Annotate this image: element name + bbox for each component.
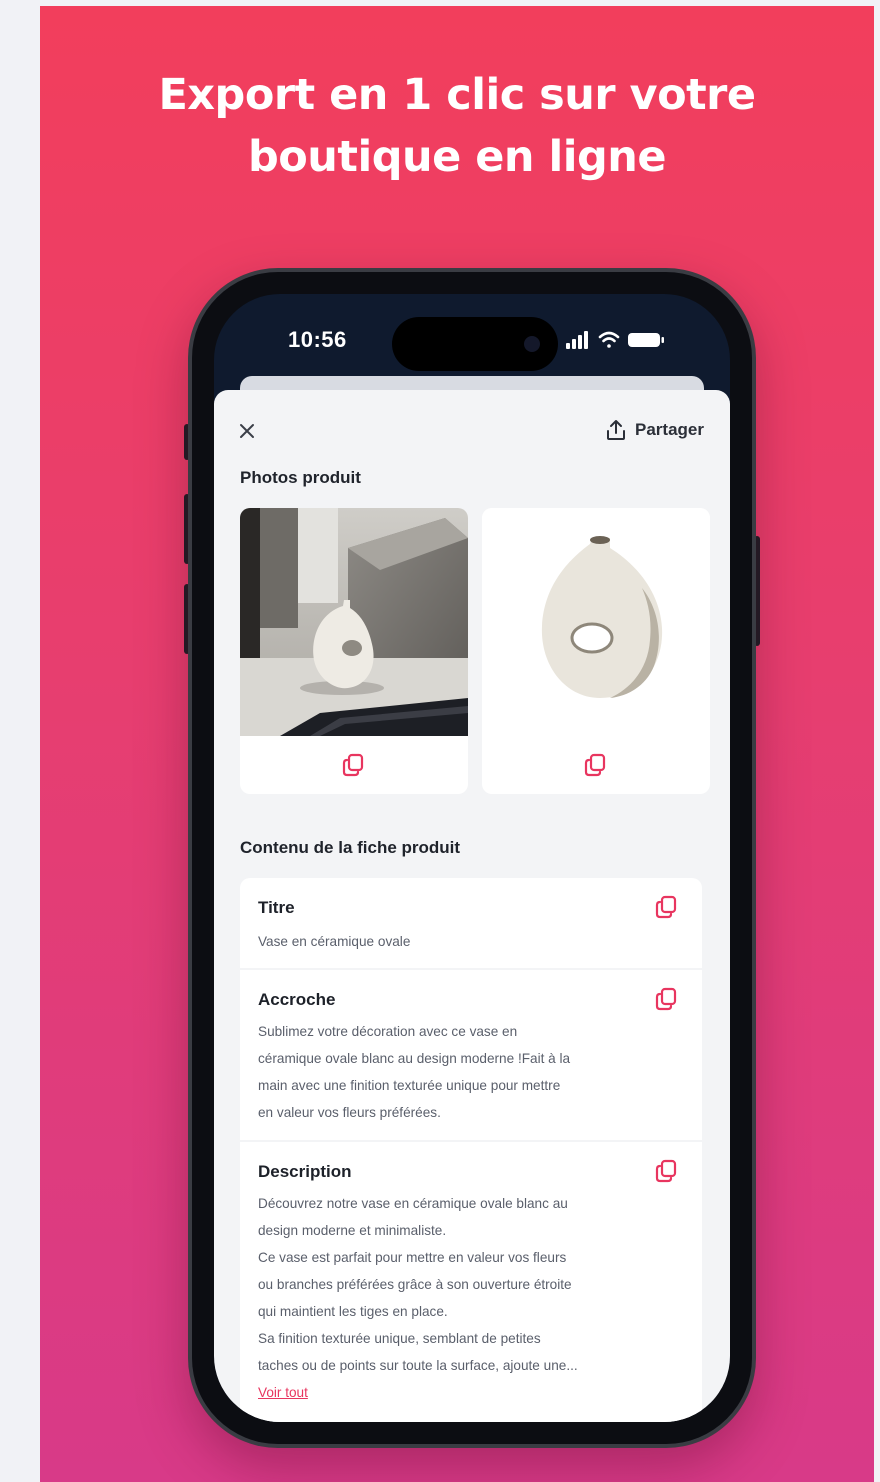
product-photo-cutout <box>482 508 710 736</box>
field-description-value: Découvrez notre vase en céramique ovale … <box>258 1190 640 1406</box>
field-title-label: Titre <box>258 898 295 917</box>
copy-description-icon[interactable] <box>654 1158 680 1184</box>
copy-title-icon[interactable] <box>654 894 680 920</box>
field-title-card: Titre Vase en céramique ovale <box>240 878 702 968</box>
front-camera <box>524 336 540 352</box>
see-all-link[interactable]: Voir tout <box>258 1379 308 1406</box>
content-section-title: Contenu de la fiche produit <box>240 838 461 857</box>
copy-photo-2-icon[interactable] <box>583 752 609 778</box>
status-time: 10:56 <box>288 327 347 352</box>
field-description-label: Description <box>258 1162 352 1181</box>
description-line: design moderne et minimaliste. <box>258 1223 447 1238</box>
description-line: taches ou de points sur toute la surface… <box>258 1358 578 1373</box>
product-photo-card-1[interactable] <box>240 508 468 794</box>
description-line: qui maintient les tiges en place. <box>258 1304 448 1319</box>
wifi-icon <box>598 331 620 348</box>
hook-line: en valeur vos fleurs préférées. <box>258 1105 441 1120</box>
dynamic-island <box>392 317 558 371</box>
share-button[interactable]: Partager <box>605 414 704 446</box>
product-photo-card-2[interactable] <box>482 508 710 794</box>
copy-photo-1-icon[interactable] <box>341 752 367 778</box>
field-description-card: Description Découvrez notre vase en céra… <box>240 1142 702 1422</box>
headline: Export en 1 clic sur votre boutique en l… <box>40 64 874 188</box>
promo-poster: Export en 1 clic sur votre boutique en l… <box>40 6 874 1482</box>
hook-line: Sublimez votre décoration avec ce vase e… <box>258 1024 518 1039</box>
close-icon[interactable] <box>236 420 258 442</box>
phone-mockup: 10:56 Partager Photos produit Contenu de… <box>188 268 756 1448</box>
product-photo-scene <box>240 508 468 736</box>
battery-icon <box>628 333 664 347</box>
description-line: Ce vase est parfait pour mettre en valeu… <box>258 1250 567 1265</box>
cellular-signal-icon <box>566 331 588 349</box>
photos-section-title: Photos produit <box>240 468 361 487</box>
share-icon <box>607 420 626 440</box>
field-hook-card: Accroche Sublimez votre décoration avec … <box>240 970 702 1140</box>
headline-line-1: Export en 1 clic sur votre <box>158 70 756 120</box>
headline-line-2: boutique en ligne <box>247 132 667 182</box>
phone-screen: 10:56 Partager Photos produit Contenu de… <box>214 294 730 1422</box>
description-line: ou branches préférées grâce à son ouvert… <box>258 1277 572 1292</box>
export-sheet: Partager Photos produit Contenu de la fi… <box>214 390 730 1422</box>
field-title-value: Vase en céramique ovale <box>258 934 411 949</box>
description-line: Sa finition texturée unique, semblant de… <box>258 1331 541 1346</box>
phone-bezel: 10:56 Partager Photos produit Contenu de… <box>192 272 752 1444</box>
hook-line: main avec une finition texturée unique p… <box>258 1078 561 1093</box>
status-icons <box>566 331 664 349</box>
copy-hook-icon[interactable] <box>654 986 680 1012</box>
field-hook-label: Accroche <box>258 990 336 1009</box>
hook-line: céramique ovale blanc au design moderne … <box>258 1051 571 1066</box>
field-hook-value: Sublimez votre décoration avec ce vase e… <box>258 1018 640 1126</box>
description-line: Découvrez notre vase en céramique ovale … <box>258 1196 568 1211</box>
share-label: Partager <box>635 420 704 439</box>
